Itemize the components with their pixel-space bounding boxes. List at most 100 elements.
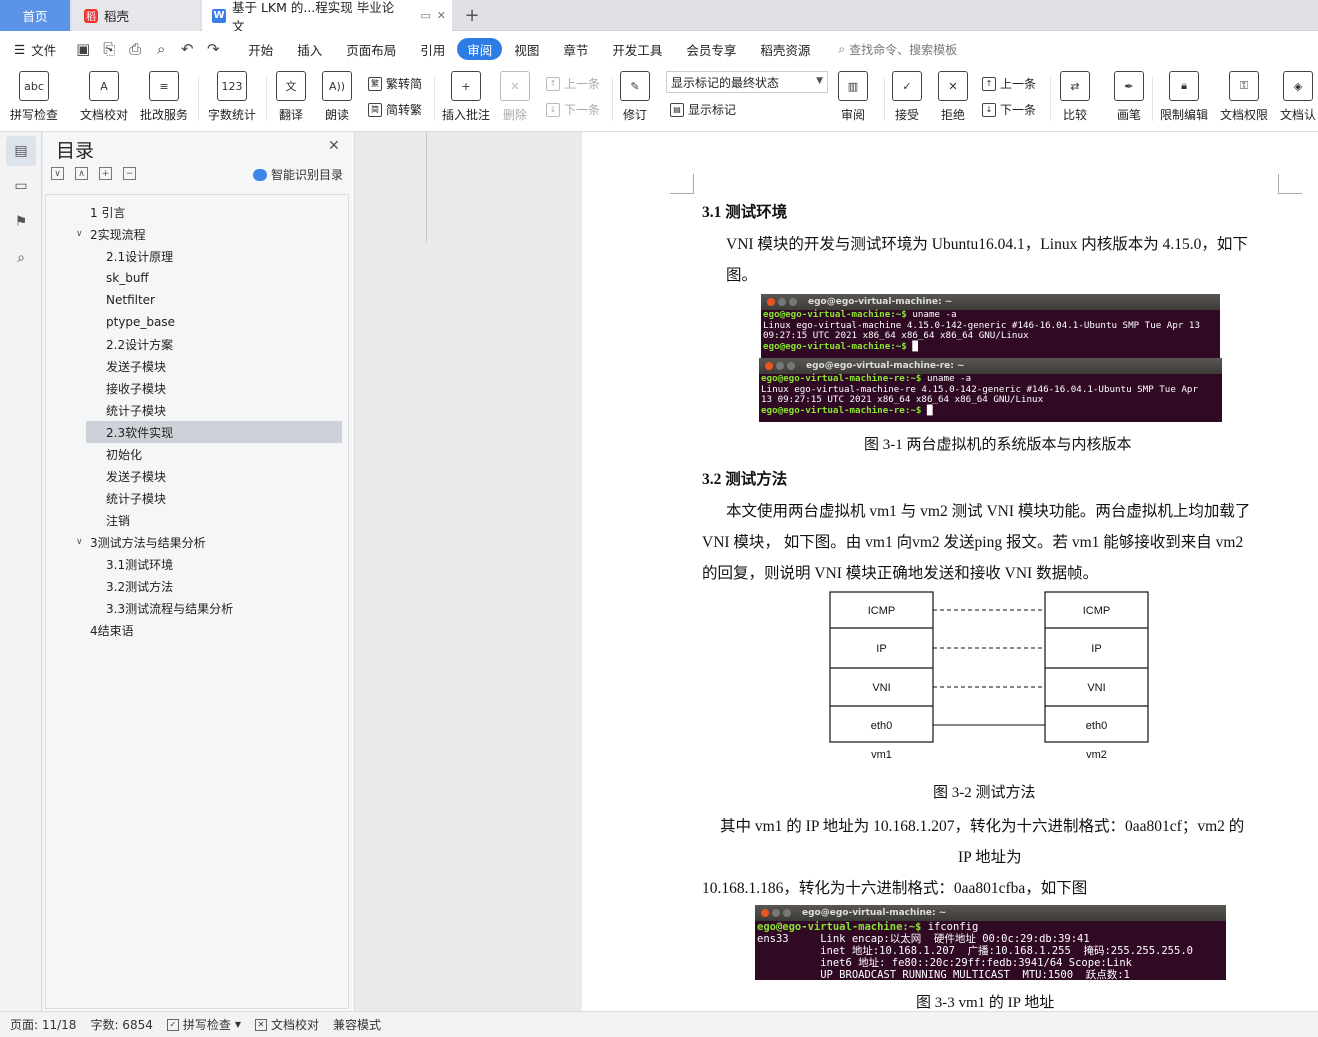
track-changes-button[interactable]: ✎ 修订	[620, 71, 650, 123]
prev-change-button[interactable]: ↑ 上一条	[982, 75, 1036, 92]
toc-item[interactable]: Netfilter	[86, 289, 342, 311]
toc-item[interactable]: 发送子模块	[86, 355, 342, 377]
menu-item[interactable]: 会员专享	[674, 38, 748, 60]
menu-item[interactable]: 章节	[551, 38, 600, 60]
compare-button[interactable]: ⇄ 比较	[1060, 71, 1090, 123]
terminal-line: ens33 Link encap:以太网 硬件地址 00:0c:29:db:39…	[757, 933, 1090, 945]
delete-comment-button[interactable]: ✕ 删除	[500, 71, 530, 123]
toc-item[interactable]: 4结束语	[74, 619, 330, 641]
doc-certify-button[interactable]: ◈ 文档认	[1280, 71, 1316, 123]
toc-item[interactable]: 2.3软件实现	[86, 421, 342, 443]
menu-item[interactable]: 页面布局	[334, 38, 408, 60]
divider	[1050, 77, 1051, 121]
markup-mode-select[interactable]: 显示标记的最终状态 ▼	[666, 71, 828, 93]
chevron-down-icon[interactable]: ∨	[76, 537, 90, 547]
menu-item[interactable]: 插入	[285, 38, 334, 60]
new-tab-button[interactable]: +	[458, 0, 486, 31]
simp-to-trad-button[interactable]: 简简转繁	[368, 101, 422, 118]
reject-button[interactable]: ✕ 拒绝	[938, 71, 968, 123]
spell-check-button[interactable]: abc 拼写检查	[10, 71, 58, 123]
translate-button[interactable]: 文翻译	[276, 71, 306, 123]
menu-item[interactable]: 引用	[408, 38, 457, 60]
save-icon[interactable]: ▣	[74, 40, 92, 58]
terminal-title: ego@ego-virtual-machine: ~	[802, 908, 947, 918]
tab-document[interactable]: W 基于 LKM 的...程实现 毕业论文 ▭✕	[202, 0, 452, 34]
next-comment-button[interactable]: ↓ 下一条	[546, 101, 600, 118]
chevron-down-icon[interactable]: ∨	[76, 229, 90, 239]
paragraph: 本文使用两台虚拟机 vm1 与 vm2 测试 VNI 模块功能。两台虚拟机上均加…	[726, 503, 1251, 520]
accept-button[interactable]: ✓ 接受	[892, 71, 922, 123]
menu-item[interactable]: 视图	[502, 38, 551, 60]
terminal-prompt: ego@ego-virtual-machine:~$	[757, 921, 922, 933]
page-indicator[interactable]: 页面: 11/18	[10, 1016, 76, 1033]
export-icon[interactable]: ⎘	[100, 40, 118, 58]
command-search[interactable]: ⌕ 查找命令、搜索模板	[838, 41, 957, 58]
proofread-icon: A	[89, 71, 119, 101]
tab-daoke[interactable]: 稻 稻壳	[72, 0, 200, 31]
word-count-button[interactable]: 123 字数统计	[208, 71, 256, 123]
word-count-indicator[interactable]: 字数: 6854	[90, 1016, 152, 1033]
markup-mode-value: 显示标记的最终状态	[671, 75, 780, 90]
toc-item[interactable]: 发送子模块	[86, 465, 342, 487]
accept-label: 接受	[894, 108, 919, 122]
toc-item[interactable]: ptype_base	[86, 311, 342, 333]
toc-item[interactable]: 3.1测试环境	[86, 553, 342, 575]
toc-item[interactable]: sk_buff	[86, 267, 342, 289]
chapter-icon[interactable]: ▭	[11, 176, 31, 196]
read-aloud-button[interactable]: A)) 朗读	[322, 71, 352, 123]
toc-item[interactable]: ∨ 3测试方法与结果分析	[74, 531, 330, 553]
toc-panel-icon[interactable]: ▤	[6, 136, 36, 166]
proofread-toggle[interactable]: ✕ 文档校对	[255, 1016, 319, 1033]
smart-toc-button[interactable]: 智能识别目录	[253, 166, 343, 183]
toc-item[interactable]: 1 引言	[74, 201, 330, 223]
toc-item[interactable]: 2.2设计方案	[86, 333, 342, 355]
restrict-edit-button[interactable]: 🔒︎ 限制编辑	[1160, 71, 1208, 123]
remove-level-icon[interactable]: −	[123, 167, 136, 180]
next-change-label: 下一条	[1000, 103, 1037, 117]
divider	[884, 77, 885, 121]
proofread-status: 文档校对	[271, 1018, 320, 1032]
redo-icon[interactable]: ↷	[204, 40, 222, 58]
terminal-line: ego@ego-virtual-machine-re:~$ uname -a	[759, 373, 1222, 385]
spell-check-toggle[interactable]: ✓ 拼写检查 ▼	[166, 1016, 241, 1033]
review-pane-button[interactable]: ▥ 审阅	[838, 71, 868, 123]
next-change-button[interactable]: ↓ 下一条	[982, 101, 1036, 118]
delete-comment-icon: ✕	[500, 71, 530, 101]
file-menu[interactable]: ☰ 文件	[14, 40, 56, 59]
close-icon[interactable]: ✕	[328, 138, 340, 154]
collapse-all-icon[interactable]: ∧	[75, 167, 88, 180]
menu-item[interactable]: 开始	[236, 38, 285, 60]
menu-item[interactable]: 稻壳资源	[748, 38, 822, 60]
toc-item[interactable]: 3.2测试方法	[86, 575, 342, 597]
revise-service-button[interactable]: ≡ 批改服务	[140, 71, 188, 123]
pen-button[interactable]: ✒ 画笔	[1114, 71, 1144, 123]
add-level-icon[interactable]: +	[99, 167, 112, 180]
toc-item[interactable]: 2.1设计原理	[86, 245, 342, 267]
preview-icon[interactable]: ⌕	[152, 40, 170, 58]
undo-icon[interactable]: ↶	[178, 40, 196, 58]
toc-item[interactable]: 注销	[86, 509, 342, 531]
proofread-button[interactable]: A 文档校对	[80, 71, 128, 123]
toc-item[interactable]: ∨ 2实现流程	[74, 223, 330, 245]
toc-item[interactable]: 接收子模块	[86, 377, 342, 399]
tab-home[interactable]: 首页	[0, 0, 70, 31]
search-icon[interactable]: ⌕	[11, 248, 31, 268]
bookmark-icon[interactable]: ⚑	[11, 212, 31, 232]
show-markup-button[interactable]: ▤ 显示标记	[670, 101, 736, 118]
doc-permission-button[interactable]: ⚿ 文档权限	[1220, 71, 1268, 123]
insert-comment-button[interactable]: + 插入批注	[442, 71, 490, 123]
toc-item[interactable]: 统计子模块	[86, 487, 342, 509]
terminal-prompt: ego@ego-virtual-machine-re:~$	[761, 373, 922, 384]
print-icon[interactable]: ⎙	[126, 40, 144, 58]
expand-all-icon[interactable]: ∨	[51, 167, 64, 180]
menu-item[interactable]: 开发工具	[600, 38, 674, 60]
toc-item[interactable]: 3.3测试流程与结果分析	[86, 597, 342, 619]
document-page[interactable]: 3.1 测试环境 VNI 模块的开发与测试环境为 Ubuntu16.04.1，L…	[582, 132, 1318, 1011]
toc-item[interactable]: 初始化	[86, 443, 342, 465]
menu-item[interactable]: 审阅	[457, 38, 503, 60]
terminal-title: ego@ego-virtual-machine-re: ~	[806, 361, 965, 371]
prev-comment-button[interactable]: ↑ 上一条	[546, 75, 600, 92]
trad-to-simp-button[interactable]: 繁繁转简	[368, 75, 422, 92]
toc-item[interactable]: 统计子模块	[86, 399, 342, 421]
tab-close-icon[interactable]: ▭✕	[420, 9, 452, 22]
